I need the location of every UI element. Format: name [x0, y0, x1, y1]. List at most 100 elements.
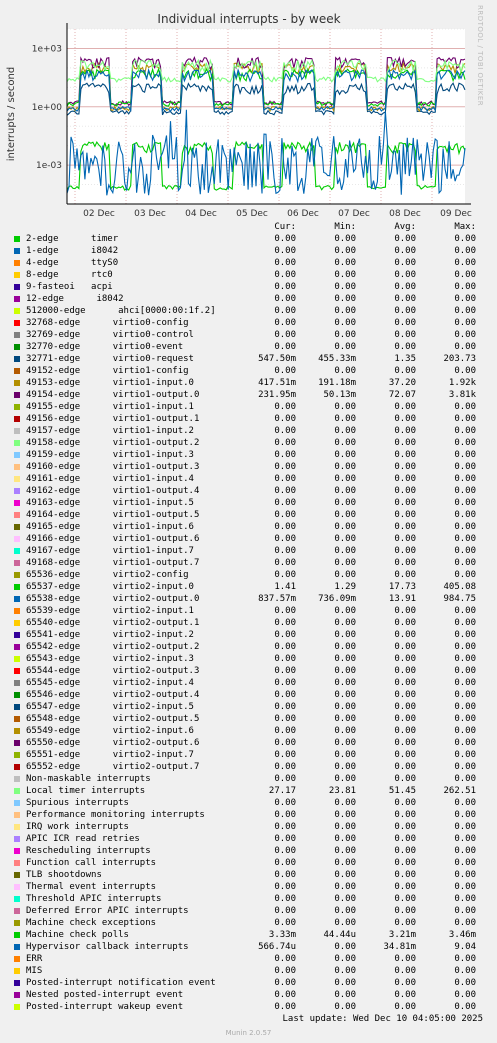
- chart: Individual interrupts - by week interrup…: [6, 12, 472, 219]
- legend-value-cur: 0.00: [274, 954, 296, 964]
- legend-value-min: 736.09m: [318, 594, 356, 604]
- legend-value-min: 0.00: [334, 810, 356, 820]
- legend-row: 32769-edge virtio0-control 0.00 0.00 0.00 0.…: [14, 329, 497, 341]
- legend-swatch: [14, 860, 20, 866]
- legend-value-cur: 0.00: [274, 858, 296, 868]
- legend-swatch: [14, 1004, 20, 1010]
- legend-value-cur: 0.00: [274, 726, 296, 736]
- legend-value-min: 0.00: [334, 330, 356, 340]
- legend-label: 49152-edge virtio1-config: [26, 366, 189, 376]
- legend-swatch: [14, 548, 20, 554]
- legend-swatch: [14, 932, 20, 938]
- legend-value-min: 0.00: [334, 858, 356, 868]
- legend-value-cur: 0.00: [274, 486, 296, 496]
- legend-row: Rescheduling interrupts 0.00 0.00 0.00 0.00: [14, 845, 497, 857]
- legend-label: Posted-interrupt notification event: [26, 978, 216, 988]
- x-tick-label: 03 Dec: [134, 209, 166, 219]
- legend-swatch: [14, 824, 20, 830]
- legend-row: 12-edge i8042 0.00 0.00 0.00 0.00: [14, 293, 497, 305]
- legend-value-max: 0.00: [454, 414, 476, 424]
- legend-value-max: 0.00: [454, 546, 476, 556]
- legend-value-max: 984.75: [443, 594, 476, 604]
- legend-value-cur: 0.00: [274, 702, 296, 712]
- legend-value-min: 0.00: [334, 846, 356, 856]
- legend-swatch: [14, 776, 20, 782]
- legend-row: 49152-edge virtio1-config 0.00 0.00 0.00 0.0…: [14, 365, 497, 377]
- legend-value-avg: 0.00: [394, 990, 416, 1000]
- legend-row: 65537-edge virtio2-input.0 1.41 1.29 17.73 4…: [14, 581, 497, 593]
- legend-swatch: [14, 596, 20, 602]
- legend-value-avg: 0.00: [394, 954, 416, 964]
- legend-label: 4-edge ttyS0: [26, 258, 119, 268]
- legend-label: 49161-edge virtio1-input.4: [26, 474, 194, 484]
- legend-value-avg: 0.00: [394, 450, 416, 460]
- legend-swatch: [14, 320, 20, 326]
- legend-value-cur: 0.00: [274, 342, 296, 352]
- x-tick-label: 04 Dec: [185, 209, 217, 219]
- legend-value-min: 0.00: [334, 990, 356, 1000]
- y-axis-label: interrupts / second: [6, 67, 17, 161]
- legend-value-cur: 0.00: [274, 918, 296, 928]
- legend-label: Machine check exceptions: [26, 918, 157, 928]
- legend-value-min: 0.00: [334, 942, 356, 952]
- legend-row: 9-fasteoi acpi 0.00 0.00 0.00 0.00: [14, 281, 497, 293]
- legend-row: 65544-edge virtio2-output.3 0.00 0.00 0.00 0…: [14, 665, 497, 677]
- legend-value-min: 0.00: [334, 1002, 356, 1012]
- legend-swatch: [14, 560, 20, 566]
- legend-value-max: 0.00: [454, 402, 476, 412]
- legend-swatch: [14, 920, 20, 926]
- legend-value-avg: 0.00: [394, 738, 416, 748]
- legend-value-min: 0.00: [334, 558, 356, 568]
- legend-value-cur: 0.00: [274, 882, 296, 892]
- legend-value-min: 0.00: [334, 282, 356, 292]
- legend-value-max: 0.00: [454, 690, 476, 700]
- legend-value-max: 0.00: [454, 990, 476, 1000]
- legend-row: 4-edge ttyS0 0.00 0.00 0.00 0.00: [14, 257, 497, 269]
- legend-row: 49166-edge virtio1-output.6 0.00 0.00 0.00 0…: [14, 533, 497, 545]
- legend-value-min: 0.00: [334, 438, 356, 448]
- legend-label: 65547-edge virtio2-input.5: [26, 702, 194, 712]
- legend-value-max: 0.00: [454, 510, 476, 520]
- x-tick-label: 07 Dec: [338, 209, 370, 219]
- legend-value-max: 0.00: [454, 894, 476, 904]
- legend-row: 49155-edge virtio1-input.1 0.00 0.00 0.00 0.…: [14, 401, 497, 413]
- legend-value-cur: 0.00: [274, 678, 296, 688]
- legend-value-min: 0.00: [334, 474, 356, 484]
- legend-value-min: 0.00: [334, 522, 356, 532]
- legend-value-avg: 0.00: [394, 870, 416, 880]
- legend-row: 65541-edge virtio2-input.2 0.00 0.00 0.00 0.…: [14, 629, 497, 641]
- legend-value-avg: 0.00: [394, 774, 416, 784]
- legend-label: Rescheduling interrupts: [26, 846, 151, 856]
- legend-value-max: 0.00: [454, 810, 476, 820]
- legend-row: ERR 0.00 0.00 0.00 0.00: [14, 953, 497, 965]
- legend-swatch: [14, 488, 20, 494]
- legend-swatch: [14, 884, 20, 890]
- legend-value-cur: 0.00: [274, 1002, 296, 1012]
- legend-label: 65536-edge virtio2-config: [26, 570, 189, 580]
- legend-row: 65539-edge virtio2-input.1 0.00 0.00 0.00 0.…: [14, 605, 497, 617]
- legend-row: Posted-interrupt wakeup event 0.00 0.00 0.0…: [14, 1001, 497, 1013]
- legend-swatch: [14, 728, 20, 734]
- legend-value-max: 0.00: [454, 870, 476, 880]
- legend-value-max: 0.00: [454, 294, 476, 304]
- legend-swatch: [14, 908, 20, 914]
- legend-swatch: [14, 464, 20, 470]
- legend-row: 2-edge timer 0.00 0.00 0.00 0.00: [14, 233, 497, 245]
- legend-value-cur: 0.00: [274, 414, 296, 424]
- y-tick-label: 1e+00: [32, 103, 63, 113]
- legend-swatch: [14, 656, 20, 662]
- legend-value-min: 0.00: [334, 870, 356, 880]
- legend-value-min: 0.00: [334, 666, 356, 676]
- legend-row: MIS 0.00 0.00 0.00 0.00: [14, 965, 497, 977]
- legend-value-max: 0.00: [454, 750, 476, 760]
- legend-label: 65546-edge virtio2-output.4: [26, 690, 200, 700]
- legend-value-min: 0.00: [334, 426, 356, 436]
- header-avg: Avg:: [394, 222, 416, 232]
- legend-row: 512000-edge ahci[0000:00:1f.2] 0.00 0.00 0.…: [14, 305, 497, 317]
- legend-value-cur: 0.00: [274, 978, 296, 988]
- legend-value-min: 0.00: [334, 690, 356, 700]
- legend-value-min: 455.33m: [318, 354, 356, 364]
- legend-value-cur: 566.74u: [258, 942, 296, 952]
- legend-value-avg: 0.00: [394, 522, 416, 532]
- legend-value-cur: 231.95m: [258, 390, 296, 400]
